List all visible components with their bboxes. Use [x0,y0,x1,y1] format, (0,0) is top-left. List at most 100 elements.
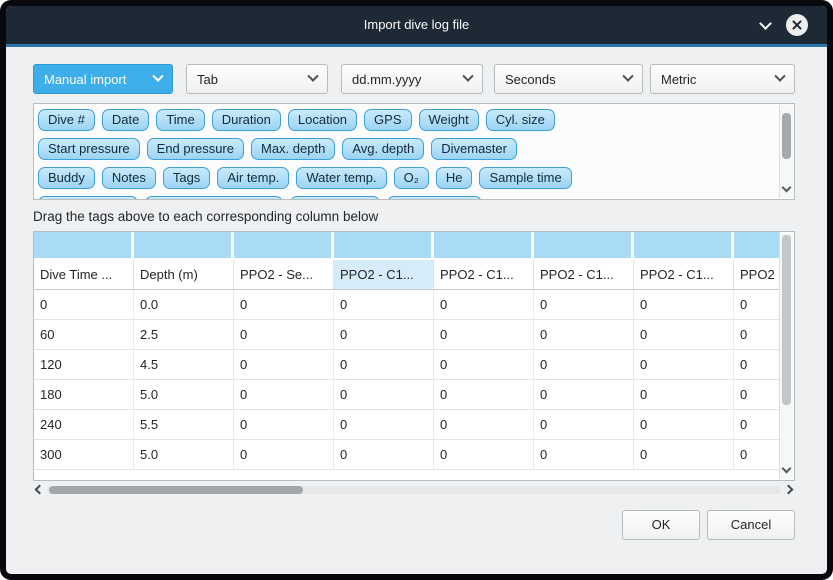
combo-field-separator[interactable]: Tab [186,64,328,94]
dialog-window: Import dive log file Manual import Tab d… [0,0,833,580]
table-horizontal-scrollbar[interactable] [33,483,795,497]
tag-duration[interactable]: Duration [212,109,281,131]
cell: 0 [734,350,780,380]
cell: 0 [434,290,534,320]
tag-end-pressure[interactable]: End pressure [147,138,244,160]
chevron-down-icon [622,71,633,82]
chevron-down-icon [462,71,473,82]
scroll-left-icon[interactable] [35,485,45,495]
cell: 0 [334,350,434,380]
cell: 4.5 [134,350,234,380]
cell: 0 [434,380,534,410]
scrollbar-thumb[interactable] [782,113,791,159]
scrollbar-thumb[interactable] [782,235,791,405]
tag-start-pressure[interactable]: Start pressure [38,138,140,160]
tag-gps[interactable]: GPS [364,109,411,131]
import-dialog: Import dive log file Manual import Tab d… [6,6,827,574]
cell: 120 [34,350,134,380]
scroll-down-icon[interactable] [782,464,792,474]
cell: 0 [234,380,334,410]
titlebar-accent-line [6,44,827,47]
combo-value: Seconds [505,72,556,87]
close-button[interactable] [786,14,808,36]
tag-sample-po2[interactable]: Sample pO₂ [290,196,380,200]
cell: 0 [234,440,334,470]
scroll-down-icon[interactable] [782,183,792,193]
tag-dive-number[interactable]: Dive # [38,109,95,131]
cell: 0 [434,440,534,470]
tag-he[interactable]: He [436,167,473,189]
tag-max-depth[interactable]: Max. depth [251,138,335,160]
tag-row: Buddy Notes Tags Air temp. Water temp. O… [38,167,772,189]
tag-location[interactable]: Location [288,109,357,131]
tag-sample-time[interactable]: Sample time [479,167,571,189]
column-drop-cell[interactable] [534,232,634,260]
cell: 0 [734,440,780,470]
column-drop-cell[interactable] [734,232,780,260]
cell: 0 [734,290,780,320]
table-vertical-scrollbar[interactable] [779,233,793,479]
column-header-selected: PPO2 - C1... [334,260,434,290]
column-drop-row [34,232,780,260]
table-row: 60 2.5 0 0 0 0 0 0 [34,320,780,350]
titlebar[interactable]: Import dive log file [6,6,827,44]
combo-manual-import[interactable]: Manual import [33,64,173,94]
drag-instruction-text: Drag the tags above to each correspondin… [33,209,378,224]
scrollbar-thumb[interactable] [49,486,303,494]
scroll-right-icon[interactable] [784,485,794,495]
chevron-down-icon [774,71,785,82]
cell: 0 [634,440,734,470]
column-drop-cell[interactable] [134,232,234,260]
cell: 0 [234,290,334,320]
cell: 5.0 [134,380,234,410]
tag-sample-depth[interactable]: Sample depth [38,196,138,200]
column-drop-cell[interactable] [34,232,134,260]
column-drop-cell[interactable] [234,232,334,260]
column-drop-cell[interactable] [334,232,434,260]
cell: 0 [334,410,434,440]
tag-sample-temperature[interactable]: Sample temperature [145,196,283,200]
tag-o2[interactable]: O₂ [394,167,429,189]
column-header: PPO2 [734,260,780,290]
table-row: 120 4.5 0 0 0 0 0 0 [34,350,780,380]
tag-avg-depth[interactable]: Avg. depth [342,138,424,160]
tag-time[interactable]: Time [156,109,204,131]
chevron-down-icon [307,71,318,82]
cell: 0 [534,440,634,470]
cell: 2.5 [134,320,234,350]
tag-cyl-size[interactable]: Cyl. size [486,109,555,131]
cell: 0 [534,320,634,350]
combo-value: dd.mm.yyyy [352,72,421,87]
cancel-button[interactable]: Cancel [707,510,795,540]
tag-tags[interactable]: Tags [163,167,210,189]
cell: 300 [34,440,134,470]
tag-air-temp[interactable]: Air temp. [217,167,289,189]
tag-notes[interactable]: Notes [102,167,156,189]
tag-water-temp[interactable]: Water temp. [296,167,386,189]
chevron-down-icon [152,71,163,82]
ok-button[interactable]: OK [622,510,700,540]
cell: 60 [34,320,134,350]
combo-duration-format[interactable]: Seconds [494,64,643,94]
cell: 0 [234,350,334,380]
tag-date[interactable]: Date [102,109,149,131]
tag-buddy[interactable]: Buddy [38,167,95,189]
combo-units[interactable]: Metric [650,64,795,94]
combo-date-format[interactable]: dd.mm.yyyy [341,64,483,94]
tag-pool: Dive # Date Time Duration Location GPS W… [33,103,795,200]
column-drop-cell[interactable] [434,232,534,260]
cell: 0 [334,320,434,350]
tag-pool-scrollbar[interactable] [779,105,793,198]
tag-divemaster[interactable]: Divemaster [431,138,517,160]
cell: 0 [634,320,734,350]
tag-weight[interactable]: Weight [419,109,479,131]
cell: 240 [34,410,134,440]
column-drop-cell[interactable] [634,232,734,260]
tag-sample-cns[interactable]: Sample CNS [387,196,482,200]
window-title: Import dive log file [6,6,827,44]
cell: 0 [534,410,634,440]
cell: 0 [34,290,134,320]
table-row: 240 5.5 0 0 0 0 0 0 [34,410,780,440]
cell: 0 [434,350,534,380]
cell: 0 [634,350,734,380]
